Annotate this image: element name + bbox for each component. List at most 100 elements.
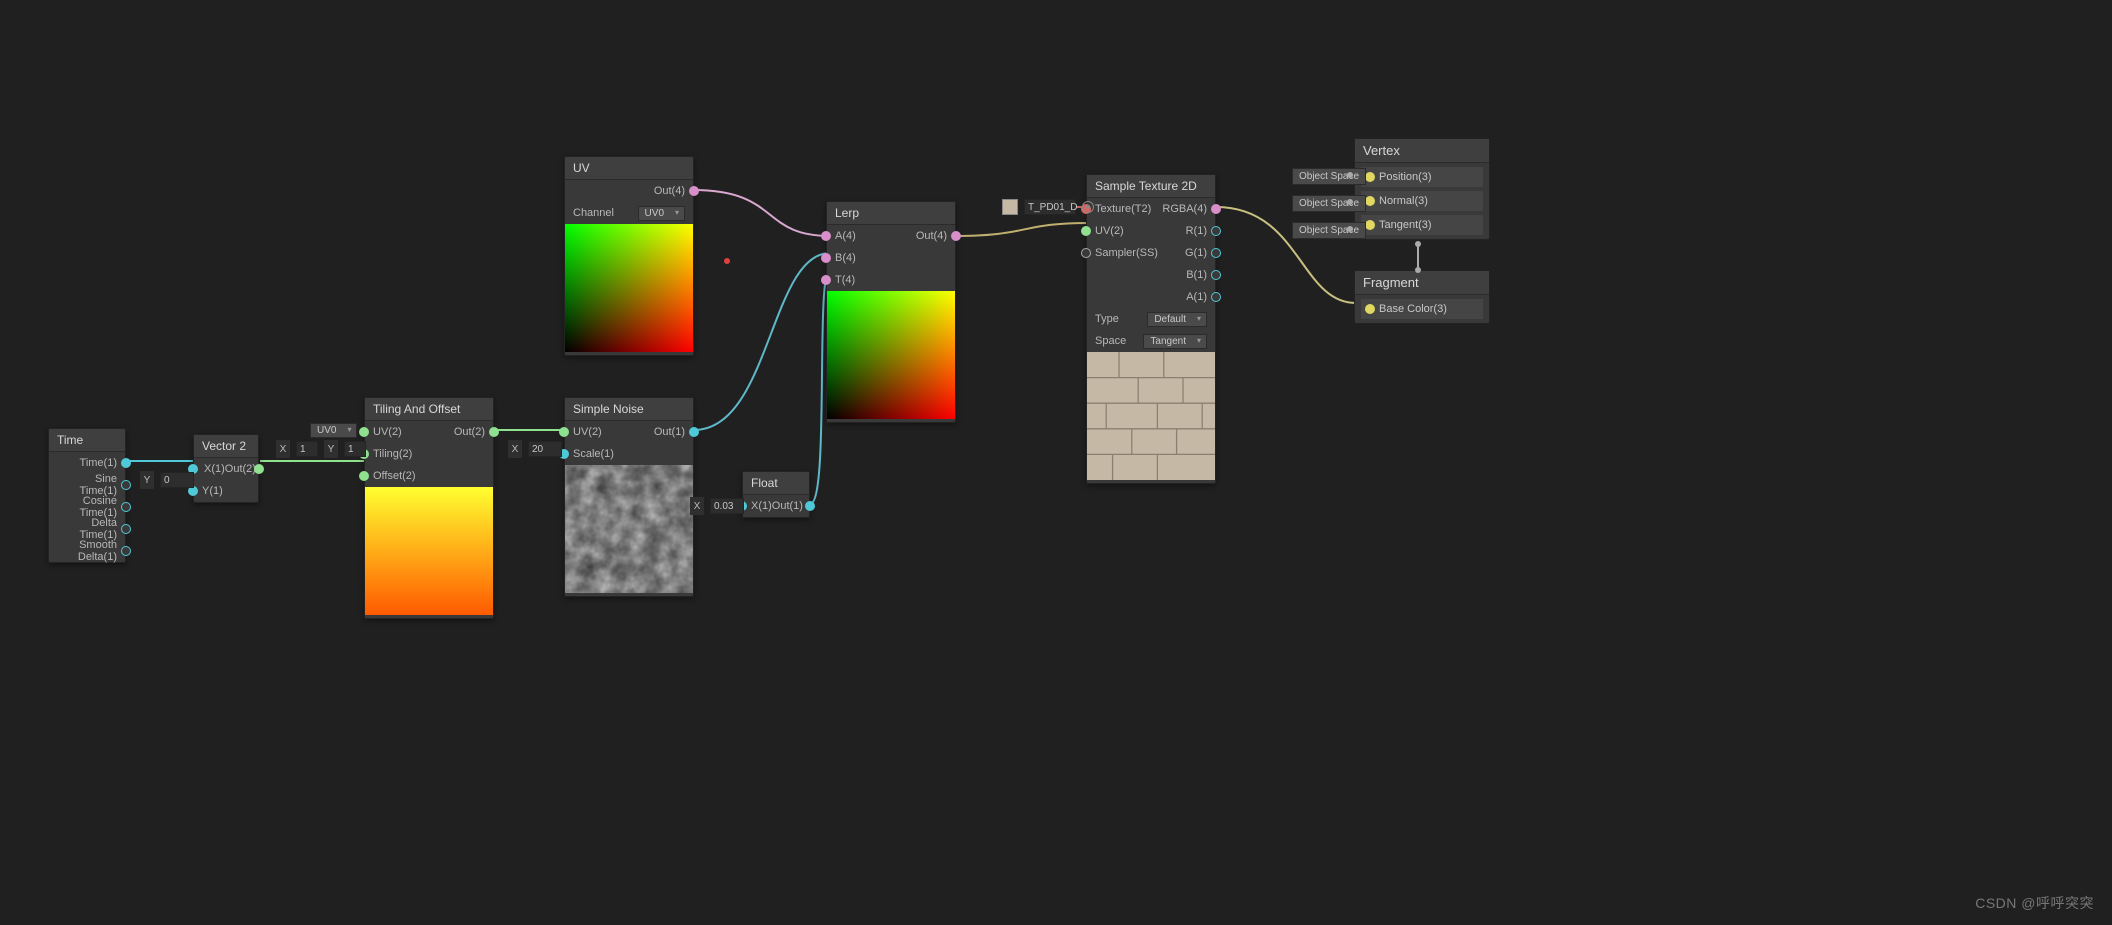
input-port[interactable] <box>1365 172 1375 182</box>
node-title: Tiling And Offset <box>365 398 493 421</box>
port-label: Sine Time(1) <box>57 473 117 497</box>
input-port[interactable] <box>1081 248 1091 258</box>
node-title: Lerp <box>827 202 955 225</box>
watermark: CSDN @呼呼突突 <box>1975 893 2094 913</box>
output-port[interactable] <box>121 524 131 534</box>
output-port[interactable] <box>489 427 499 437</box>
port-label: Out(4) <box>916 230 947 242</box>
node-preview <box>827 291 955 419</box>
input-port[interactable] <box>359 471 369 481</box>
port-label: Out(2) <box>225 463 256 475</box>
output-port[interactable] <box>951 231 961 241</box>
input-port[interactable] <box>821 231 831 241</box>
input-port[interactable] <box>559 427 569 437</box>
output-port[interactable] <box>689 186 699 196</box>
port-label: Time(1) <box>80 457 117 469</box>
output-port[interactable] <box>805 501 815 511</box>
port-label: Out(2) <box>454 426 485 438</box>
output-port[interactable] <box>254 464 264 474</box>
input-port[interactable] <box>359 427 369 437</box>
node-uv[interactable]: UV Out(4) Channel UV0 <box>564 156 694 356</box>
input-port[interactable] <box>1365 196 1375 206</box>
output-port[interactable] <box>1211 204 1221 214</box>
noise-scale-input[interactable]: X20 <box>508 440 565 458</box>
output-port[interactable] <box>1211 292 1221 302</box>
port-label: Out(1) <box>772 500 803 512</box>
node-preview <box>565 224 693 352</box>
port-label: Out(1) <box>654 426 685 438</box>
node-lerp[interactable]: Lerp A(4) Out(4) B(4) T(4) <box>826 201 956 423</box>
node-preview <box>1087 352 1215 480</box>
port-label: Out(4) <box>654 185 685 197</box>
input-port[interactable] <box>1365 220 1375 230</box>
node-float[interactable]: Float X(1) Out(1) <box>742 471 810 518</box>
output-fragment[interactable]: Fragment Base Color(3) <box>1354 270 1490 324</box>
node-preview <box>365 487 493 615</box>
tiling-xy-input[interactable]: X1 Y1 <box>276 440 369 458</box>
float-x-input[interactable]: X0.03 <box>690 497 747 515</box>
port-label: Texture(T2) <box>1095 203 1151 215</box>
target-icon[interactable] <box>1082 201 1094 213</box>
port-label: Delta Time(1) <box>57 517 117 541</box>
port-label: T(4) <box>835 274 855 286</box>
node-time[interactable]: Time Time(1) Sine Time(1) Cosine Time(1)… <box>48 428 126 563</box>
node-tiling-and-offset[interactable]: Tiling And Offset UV(2) Out(2) Tiling(2)… <box>364 397 494 619</box>
shader-graph-canvas[interactable]: Time Time(1) Sine Time(1) Cosine Time(1)… <box>0 0 2112 925</box>
node-title: Fragment <box>1355 271 1489 295</box>
node-title: Vector 2 <box>194 435 258 458</box>
port-label: Offset(2) <box>373 470 416 482</box>
input-port[interactable] <box>821 275 831 285</box>
node-preview <box>565 465 693 593</box>
port-label: UV(2) <box>573 426 602 438</box>
port-label: Base Color(3) <box>1379 303 1447 315</box>
output-port[interactable] <box>1211 270 1221 280</box>
node-sample-texture-2d[interactable]: Sample Texture 2D Texture(T2) RGBA(4) UV… <box>1086 174 1216 484</box>
output-port[interactable] <box>121 546 131 556</box>
node-title: Sample Texture 2D <box>1087 175 1215 198</box>
type-label: Type <box>1095 313 1119 325</box>
output-port[interactable] <box>121 480 131 490</box>
node-title: Vertex <box>1355 139 1489 163</box>
node-title: Float <box>743 472 809 495</box>
node-title: UV <box>565 157 693 180</box>
port-label: X(1) <box>204 463 225 475</box>
space-tag: Object Space <box>1292 168 1366 185</box>
space-tag: Object Space <box>1292 195 1366 212</box>
output-port[interactable] <box>1211 226 1221 236</box>
type-dropdown[interactable]: Default <box>1147 312 1207 327</box>
port-label: Position(3) <box>1379 171 1432 183</box>
texture-thumb <box>1002 199 1018 215</box>
vector2-y-input[interactable]: Y 0 <box>140 471 197 489</box>
space-dropdown[interactable]: Tangent <box>1143 334 1207 349</box>
space-label: Space <box>1095 335 1126 347</box>
input-port[interactable] <box>1081 226 1091 236</box>
channel-dropdown[interactable]: UV0 <box>638 206 685 221</box>
input-port[interactable] <box>1365 304 1375 314</box>
node-simple-noise[interactable]: Simple Noise UV(2) Out(1) Scale(1) <box>564 397 694 597</box>
port-label: Cosine Time(1) <box>57 495 117 519</box>
port-label: Tiling(2) <box>373 448 412 460</box>
output-port[interactable] <box>121 502 131 512</box>
space-tag: Object Space <box>1292 222 1366 239</box>
port-label: B(1) <box>1186 269 1207 281</box>
port-label: Scale(1) <box>573 448 614 460</box>
channel-label: Channel <box>573 207 614 219</box>
port-label: A(4) <box>835 230 856 242</box>
tiling-uv-dropdown[interactable]: UV0 <box>310 423 357 438</box>
port-label: Y(1) <box>202 485 223 497</box>
output-port[interactable] <box>689 427 699 437</box>
port-label: Tangent(3) <box>1379 219 1432 231</box>
node-vector2[interactable]: Vector 2 X(1) Out(2) Y(1) <box>193 434 259 503</box>
error-indicator <box>724 258 730 264</box>
port-label: Smooth Delta(1) <box>57 539 117 563</box>
port-label: G(1) <box>1185 247 1207 259</box>
output-port[interactable] <box>121 458 131 468</box>
output-port[interactable] <box>1211 248 1221 258</box>
output-vertex[interactable]: Vertex Position(3) Normal(3) Tangent(3) <box>1354 138 1490 240</box>
port-label: Normal(3) <box>1379 195 1428 207</box>
node-title: Time <box>49 429 125 452</box>
input-port[interactable] <box>821 253 831 263</box>
port-label: B(4) <box>835 252 856 264</box>
texture-slot[interactable]: T_PD01_D <box>1002 199 1094 215</box>
port-label: RGBA(4) <box>1162 203 1207 215</box>
